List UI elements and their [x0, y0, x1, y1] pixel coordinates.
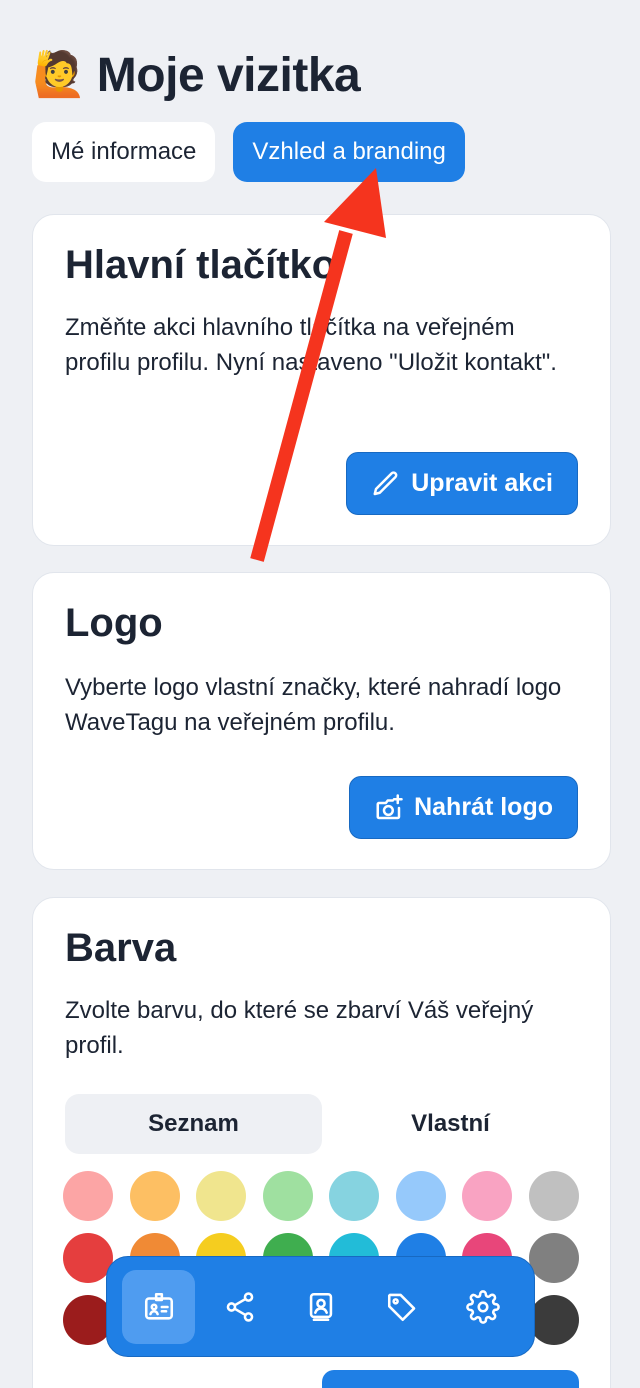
nav-share[interactable]	[203, 1270, 276, 1344]
card-title: Barva	[65, 926, 177, 970]
nav-profile[interactable]	[284, 1270, 357, 1344]
logo-card: Logo Vyberte logo vlastní značky, které …	[32, 572, 611, 870]
segment-custom[interactable]: Vlastní	[322, 1094, 579, 1154]
waving-person-emoji: 🙋	[32, 49, 87, 100]
main-button-card: Hlavní tlačítko Změňte akci hlavního tla…	[32, 214, 611, 546]
card-description: Změňte akci hlavního tlačítka na veřejné…	[65, 314, 557, 376]
nav-contact-card[interactable]	[122, 1269, 195, 1344]
segment-list[interactable]: Seznam	[65, 1094, 322, 1154]
tag-icon	[387, 1293, 415, 1321]
contact-card-icon	[144, 1292, 173, 1320]
share-icon	[226, 1291, 253, 1322]
profile-frame-icon	[309, 1292, 332, 1321]
color-swatch[interactable]	[395, 1171, 446, 1221]
card-description: Vyberte logo vlastní značky, které nahra…	[65, 674, 562, 736]
tab-appearance-branding[interactable]: Vzhled a branding	[233, 122, 465, 182]
edit-action-label: Upravit akci	[411, 469, 553, 497]
page-title: Moje vizitka	[96, 48, 361, 102]
tab-bar: Mé informace Vzhled a branding	[32, 122, 465, 182]
color-swatch[interactable]	[262, 1171, 313, 1221]
upload-logo-label: Nahrát logo	[414, 793, 553, 821]
color-swatch[interactable]	[528, 1233, 579, 1283]
save-color-button[interactable]	[322, 1370, 579, 1388]
color-swatch[interactable]	[196, 1171, 246, 1221]
color-swatch[interactable]	[528, 1171, 579, 1221]
tab-my-information[interactable]: Mé informace	[32, 122, 216, 182]
card-title: Hlavní tlačítko	[65, 243, 337, 287]
card-description: Zvolte barvu, do které se zbarví Váš veř…	[65, 997, 534, 1059]
card-title: Logo	[65, 601, 163, 645]
color-swatch[interactable]	[63, 1171, 113, 1221]
page-header: 🙋 Moje vizitka	[32, 40, 361, 110]
color-mode-segmented-control: Seznam Vlastní	[65, 1094, 579, 1154]
color-swatch[interactable]	[129, 1171, 180, 1221]
upload-logo-button[interactable]: Nahrát logo	[349, 776, 578, 839]
pencil-icon	[373, 470, 398, 495]
color-swatch[interactable]	[462, 1171, 512, 1221]
camera-plus-icon	[376, 793, 403, 819]
color-swatch[interactable]	[528, 1295, 579, 1345]
bottom-navigation	[106, 1256, 535, 1357]
nav-settings[interactable]	[446, 1270, 519, 1344]
edit-action-button[interactable]: Upravit akci	[346, 452, 578, 515]
nav-tags[interactable]	[365, 1270, 438, 1344]
color-swatch[interactable]	[329, 1171, 379, 1221]
gear-icon	[465, 1289, 500, 1324]
